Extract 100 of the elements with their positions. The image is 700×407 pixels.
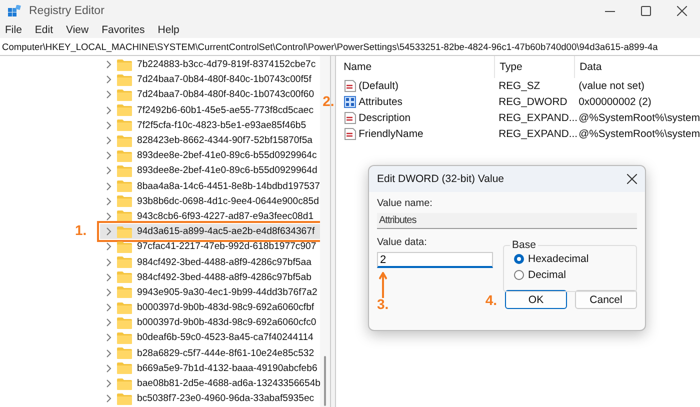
key-label: 7f2f5cfa-f10c-4823-b5e1-e93ae85f46b5: [137, 120, 306, 131]
tree-item[interactable]: 93b8b6dc-0698-4d1c-9ee4-0644e900c85d: [100, 194, 320, 209]
tree-item[interactable]: 7d24baa7-0b84-480f-840c-1b0743c00f60: [100, 87, 320, 103]
tree-item[interactable]: 893dee8e-2bef-41e0-89c6-b55d0929964d: [100, 163, 320, 178]
value-data: (value not set): [578, 80, 646, 92]
folder-icon: [117, 392, 132, 405]
window-title: Registry Editor: [29, 5, 106, 17]
field-label: Value name:: [377, 198, 434, 209]
menu-item[interactable]: Favorites: [102, 24, 145, 36]
folder-icon: [117, 362, 132, 374]
folder-icon: [117, 332, 132, 344]
close-button[interactable]: [627, 174, 637, 184]
folder-icon: [117, 302, 132, 314]
key-label: bc5038f7-23e0-4960-96da-33abaf5935ec: [137, 393, 314, 404]
key-label: b669a5e9-7b1d-4132-baaa-49190abcfeb6: [137, 362, 318, 374]
tree-item[interactable]: 7d24baa7-0b84-480f-840c-1b0743c00f5f: [100, 72, 320, 88]
folder-icon: [117, 180, 132, 192]
tree-item[interactable]: b000397d-9b0b-483d-98c9-692a6060cfc0: [100, 315, 320, 330]
binary-value-icon: [344, 96, 356, 108]
radio-label[interactable]: Hexadecimal: [528, 253, 589, 265]
tree-item[interactable]: 828423eb-8662-4344-90f7-52bf15870f5a: [100, 132, 320, 148]
group-label: Base: [510, 239, 538, 251]
tree-item[interactable]: 984cf492-3bed-4488-a8f9-4286c97bf5ab: [100, 270, 320, 285]
value-type: REG_SZ: [498, 80, 542, 92]
string-value-icon: [344, 128, 356, 140]
value-name[interactable]: Description: [358, 112, 411, 124]
folder-icon: [117, 240, 132, 253]
key-label: 8baa4a8a-14c6-4451-8e8b-14bdbd197537: [137, 180, 320, 192]
registry-icon: [8, 4, 21, 18]
dialog-title: Edit DWORD (32-bit) Value: [377, 173, 506, 185]
menu-item[interactable]: File: [5, 24, 22, 36]
tree-item[interactable]: 9943e905-9a30-4ec1-9b99-44dd3b76f7a2: [100, 284, 320, 300]
tree-item[interactable]: 984cf492-3bed-4488-a8f9-4286c97bf5aa: [100, 254, 320, 270]
radio-button[interactable]: [514, 270, 524, 280]
ok-button[interactable]: OK: [505, 290, 567, 309]
radio-button[interactable]: [514, 254, 524, 264]
key-label: b000397d-9b0b-483d-98c9-692a6060cfc0: [137, 317, 316, 328]
key-label: 93b8b6dc-0698-4d1c-9ee4-0644e900c85d: [137, 196, 319, 207]
value-name[interactable]: FriendlyName: [358, 128, 424, 140]
tree-item[interactable]: 7b224883-b3cc-4d79-819f-8374152cbe7c: [100, 57, 320, 72]
tree-item[interactable]: 8baa4a8a-14c6-4451-8e8b-14bdbd197537: [100, 178, 320, 194]
folder-icon: [117, 226, 132, 238]
close-icon[interactable]: [677, 6, 687, 16]
key-label: 984cf492-3bed-4488-a8f9-4286c97bf5ab: [137, 272, 312, 283]
menu-item[interactable]: Edit: [34, 24, 54, 36]
tree-item[interactable]: bae08b81-2d5e-4688-ad6a-13243356654b: [100, 376, 320, 392]
value-name[interactable]: (Default): [358, 80, 398, 92]
radio-label[interactable]: Decimal: [528, 269, 566, 281]
folder-icon: [117, 378, 132, 390]
folder-icon: [117, 104, 132, 116]
cancel-button[interactable]: Cancel: [575, 290, 637, 309]
value-data: 0x00000002 (2): [578, 96, 652, 108]
value-name[interactable]: Attributes: [358, 96, 402, 108]
tree-item[interactable]: bc5038f7-23e0-4960-96da-33abaf5935ec: [100, 391, 320, 406]
value-type: REG_DWORD: [498, 96, 568, 108]
arrow-annotation: [379, 272, 387, 298]
column-header[interactable]: Type: [494, 56, 574, 78]
value-data-field[interactable]: 2: [377, 252, 493, 268]
folder-icon: [117, 134, 132, 147]
menu-item[interactable]: View: [66, 24, 89, 36]
folder-icon: [117, 286, 132, 298]
key-label: 893dee8e-2bef-41e0-89c6-b55d0929964c: [137, 150, 317, 162]
folder-icon: [117, 88, 132, 101]
folder-icon: [117, 150, 132, 162]
key-label: 94d3a615-a899-4ac5-ae2b-e4d8f634367f: [137, 226, 315, 238]
tree-item[interactable]: 943c8cb6-6f93-4227-ad87-e9a3feec08d1: [100, 208, 320, 224]
folder-icon: [117, 119, 132, 132]
key-label: 984cf492-3bed-4488-a8f9-4286c97bf5aa: [137, 256, 312, 268]
menu-item[interactable]: Help: [158, 24, 180, 36]
key-label: 7d24baa7-0b84-480f-840c-1b0743c00f5f: [137, 74, 312, 86]
value-type: REG_EXPAND...: [498, 112, 574, 124]
tree-item[interactable]: b28a6829-c5f7-444e-8f61-10e24e85c532: [100, 346, 320, 361]
key-label: b000397d-9b0b-483d-98c9-692a6060cfbf: [137, 302, 314, 314]
key-label: bae08b81-2d5e-4688-ad6a-13243356654b: [137, 378, 320, 390]
step-label: 2.: [322, 93, 334, 109]
key-label: 893dee8e-2bef-41e0-89c6-b55d0929964d: [137, 165, 318, 176]
step-label: 3.: [377, 296, 389, 312]
tree-item[interactable]: 893dee8e-2bef-41e0-89c6-b55d0929964c: [100, 148, 320, 164]
column-header[interactable]: Data: [574, 56, 700, 78]
key-label: 7f2492b6-60b1-45e5-ae55-773f8cd5caec: [137, 104, 314, 116]
minimize-icon[interactable]: [605, 10, 615, 12]
folder-icon: [117, 316, 132, 329]
field-label: Value data:: [377, 237, 428, 248]
tree-item[interactable]: 97cfac41-2217-47eb-992d-618b1977c907: [100, 239, 320, 254]
key-label: 828423eb-8662-4344-90f7-52bf15870f5a: [137, 135, 313, 146]
folder-icon: [117, 210, 132, 222]
maximize-icon[interactable]: [641, 6, 651, 16]
key-label: 7d24baa7-0b84-480f-840c-1b0743c00f60: [137, 89, 314, 100]
column-header[interactable]: Name: [344, 61, 494, 73]
tree-item[interactable]: 7f2492b6-60b1-45e5-ae55-773f8cd5caec: [100, 102, 320, 118]
step-label: 1.: [75, 222, 87, 238]
tree-item[interactable]: 7f2f5cfa-f10c-4823-b5e1-e93ae85f46b5: [100, 118, 320, 133]
tree-item[interactable]: b0deaf6b-59c0-4523-8a45-ca7f40244114: [100, 330, 320, 346]
string-value-icon: [344, 112, 356, 124]
string-value-icon: [344, 80, 356, 92]
tree-item[interactable]: b669a5e9-7b1d-4132-baaa-49190abcfeb6: [100, 360, 320, 376]
tree-item[interactable]: b000397d-9b0b-483d-98c9-692a6060cfbf: [100, 300, 320, 316]
key-label: 7b224883-b3cc-4d79-819f-8374152cbe7c: [137, 59, 316, 70]
key-label: 943c8cb6-6f93-4227-ad87-e9a3feec08d1: [137, 210, 314, 222]
folder-icon: [117, 164, 132, 177]
